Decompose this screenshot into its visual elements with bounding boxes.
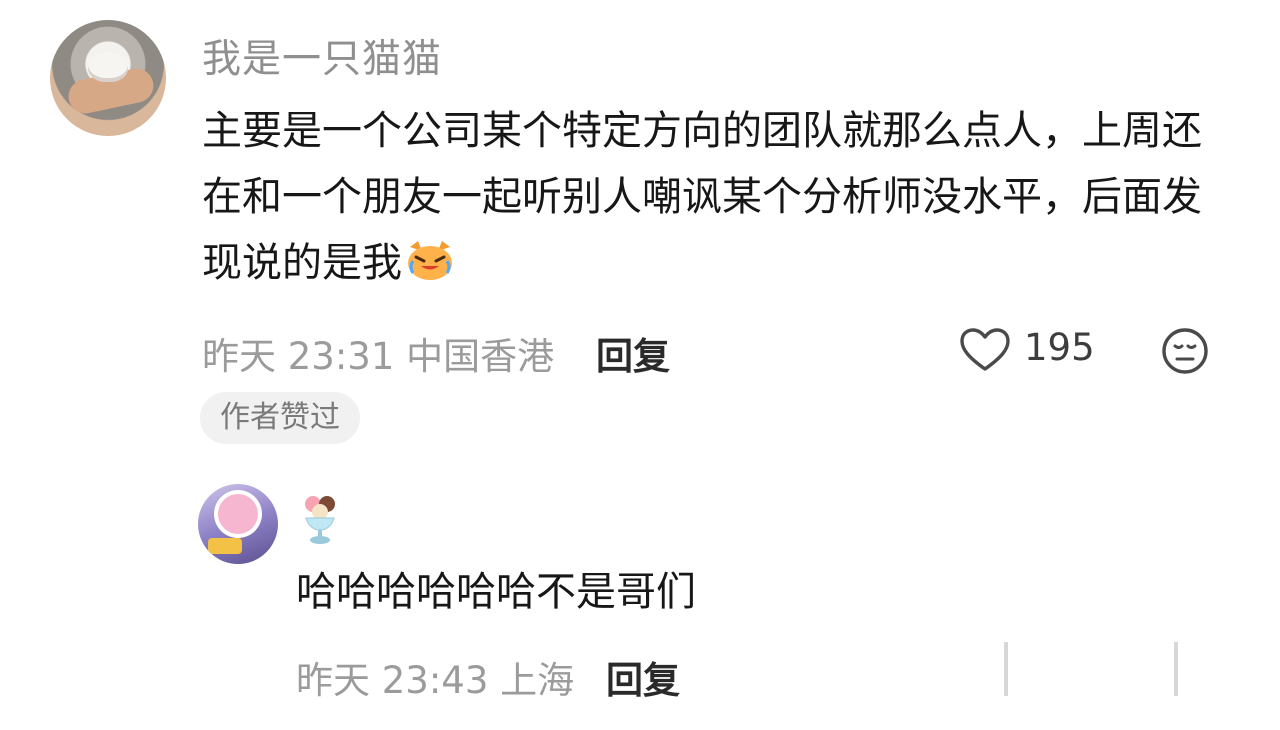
- comment-meta: 昨天 23:31 中国香港: [202, 335, 555, 378]
- heart-icon[interactable]: [958, 326, 1012, 374]
- comment-text: 主要是一个公司某个特定方向的团队就那么点人，上周还在和一个朋友一起听别人嘲讽某个…: [202, 108, 1202, 286]
- reply-meta: 昨天 23:43 上海: [296, 659, 575, 702]
- crying-laughing-cat-icon: [408, 241, 452, 280]
- like-count: 195: [1024, 326, 1095, 369]
- edge-divider-right: [1174, 642, 1178, 696]
- author-liked-badge: 作者赞过: [200, 392, 360, 444]
- reply-content: 哈哈哈哈哈哈不是哥们: [296, 569, 696, 615]
- avatar[interactable]: [50, 20, 166, 136]
- reply-avatar[interactable]: [198, 484, 278, 564]
- ice-cream-sundae-icon: [305, 496, 335, 544]
- dislike-icon[interactable]: [1160, 326, 1210, 376]
- comment-username[interactable]: 我是一只猫猫: [202, 28, 442, 84]
- comment-content: 主要是一个公司某个特定方向的团队就那么点人，上周还在和一个朋友一起听别人嘲讽某个…: [202, 98, 1202, 296]
- reply-reply-button[interactable]: 回复: [606, 650, 680, 704]
- reply-button[interactable]: 回复: [596, 326, 670, 380]
- edge-divider-left: [1004, 642, 1008, 696]
- comment-thread: 我是一只猫猫 主要是一个公司某个特定方向的团队就那么点人，上周还在和一个朋友一起…: [0, 0, 1280, 730]
